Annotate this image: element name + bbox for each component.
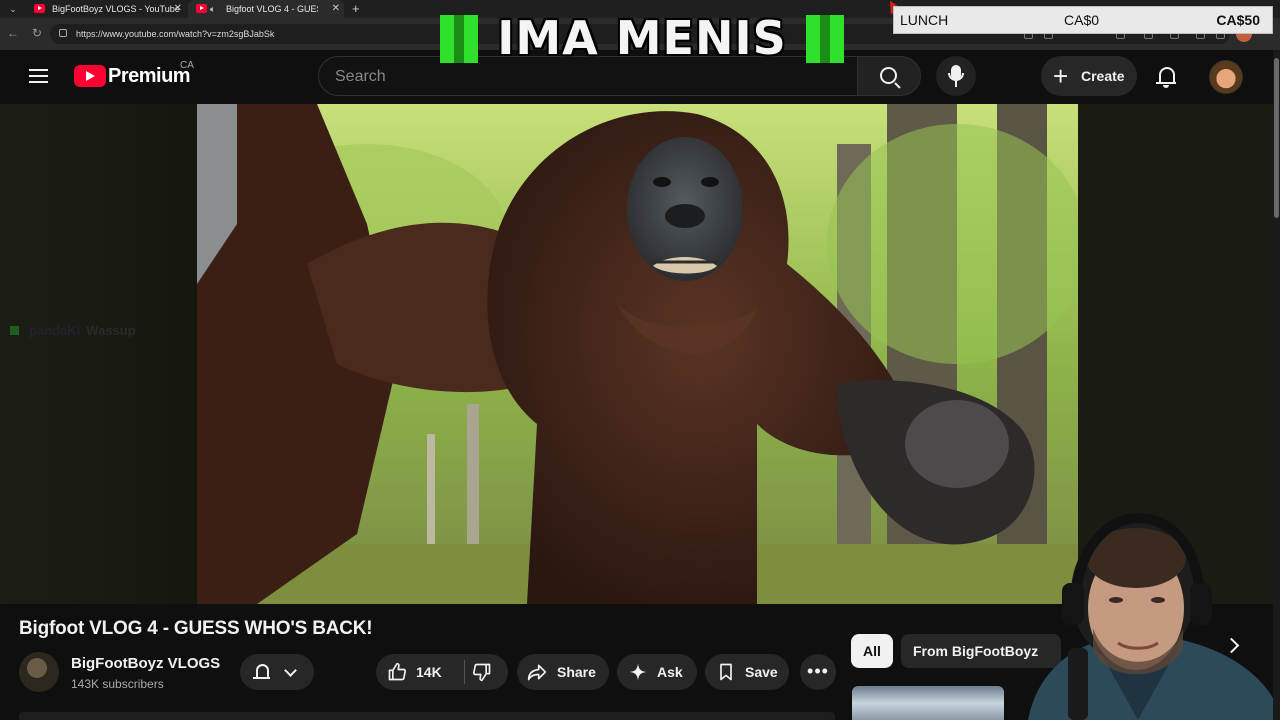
- save-button[interactable]: Save: [705, 654, 789, 690]
- channel-name[interactable]: BigFootBoyz VLOGS: [71, 655, 220, 672]
- notifications-bell-icon[interactable]: [1156, 65, 1178, 89]
- logo-region-code: CA: [180, 60, 194, 71]
- browser-tab-title: BigFootBoyz VLOGS - YouTube: [52, 4, 180, 14]
- browser-tab-1[interactable]: BigFootBoyz VLOGS - YouTube ✕: [26, 0, 186, 18]
- search-icon: [880, 67, 897, 84]
- youtube-favicon-icon: [196, 4, 207, 13]
- audio-playing-icon[interactable]: 🔈︎: [210, 0, 215, 18]
- create-button[interactable]: + Create: [1041, 56, 1137, 96]
- page-scrollbar[interactable]: [1273, 50, 1280, 720]
- youtube-favicon-icon: [34, 4, 45, 13]
- search-button[interactable]: [857, 56, 921, 96]
- description-box-edge: [19, 712, 835, 720]
- scrollbar-thumb[interactable]: [1274, 58, 1279, 218]
- chat-message: Wassup: [86, 323, 136, 338]
- sparkle-icon: [629, 663, 647, 681]
- logo-text[interactable]: Premium: [108, 65, 191, 88]
- save-label: Save: [745, 664, 778, 680]
- thumbs-up-icon[interactable]: [387, 662, 407, 682]
- share-label: Share: [557, 664, 596, 680]
- chat-overlay: pandaKi Wassup: [10, 323, 136, 338]
- green-block-icon: [440, 15, 478, 63]
- share-button[interactable]: Share: [517, 654, 609, 690]
- bigfoot-video-frame: [197, 104, 1078, 604]
- url-text[interactable]: https://www.youtube.com/watch?v=zm2sgBJa…: [76, 24, 274, 44]
- ask-button[interactable]: Ask: [617, 654, 697, 690]
- goal-label: LUNCH: [900, 12, 949, 28]
- bookmark-icon: [720, 663, 732, 681]
- thumbs-down-icon[interactable]: [472, 662, 492, 682]
- close-tab-icon[interactable]: ✕: [174, 0, 182, 18]
- close-tab-icon[interactable]: ✕: [332, 0, 340, 18]
- video-title: Bigfoot VLOG 4 - GUESS WHO'S BACK!: [19, 618, 373, 639]
- plus-icon: +: [1053, 61, 1069, 91]
- recommended-video-thumbnail[interactable]: [852, 686, 1004, 720]
- chip-all[interactable]: All: [851, 634, 893, 668]
- streamer-webcam-image: [1028, 512, 1273, 720]
- youtube-logo-icon[interactable]: [74, 65, 106, 87]
- like-dislike-group: 14K: [376, 654, 508, 690]
- stream-title-banner: IMA MENIS: [438, 4, 846, 65]
- channel-avatar[interactable]: [19, 652, 59, 692]
- chat-badge-icon: [10, 326, 19, 335]
- back-arrow-icon[interactable]: ←: [6, 26, 20, 40]
- create-label: Create: [1081, 68, 1125, 84]
- site-info-icon[interactable]: [59, 29, 67, 37]
- account-avatar[interactable]: [1209, 60, 1243, 94]
- subscriber-count: 143K subscribers: [71, 677, 164, 691]
- menu-icon[interactable]: [29, 69, 48, 84]
- ask-label: Ask: [657, 664, 683, 680]
- tab-search-chevron-icon[interactable]: ⌄: [6, 3, 20, 15]
- streamer-webcam: [998, 498, 1273, 720]
- subscribed-notifications-button[interactable]: [240, 654, 314, 690]
- new-tab-button[interactable]: +: [352, 0, 360, 18]
- share-arrow-icon: [527, 664, 547, 681]
- chat-username: pandaKi: [29, 323, 81, 338]
- browser-tab-2[interactable]: 🔈︎ Bigfoot VLOG 4 - GUESS WH ✕: [188, 0, 344, 18]
- donation-goal-bar: LUNCH CA$0 CA$50: [893, 6, 1273, 34]
- browser-tab-title: Bigfoot VLOG 4 - GUESS WH: [226, 4, 318, 14]
- stream-title: IMA MENIS: [497, 11, 787, 65]
- like-count[interactable]: 14K: [416, 654, 442, 690]
- video-player[interactable]: [197, 104, 1078, 604]
- bell-icon: [253, 663, 271, 681]
- goal-current: CA$0: [1064, 12, 1100, 28]
- chevron-down-icon: [284, 664, 297, 677]
- green-block-icon: [806, 15, 844, 63]
- reload-icon[interactable]: ↻: [30, 26, 44, 40]
- goal-target: CA$50: [1216, 12, 1260, 28]
- more-actions-icon[interactable]: •••: [800, 654, 836, 690]
- voice-search-button[interactable]: [936, 56, 976, 96]
